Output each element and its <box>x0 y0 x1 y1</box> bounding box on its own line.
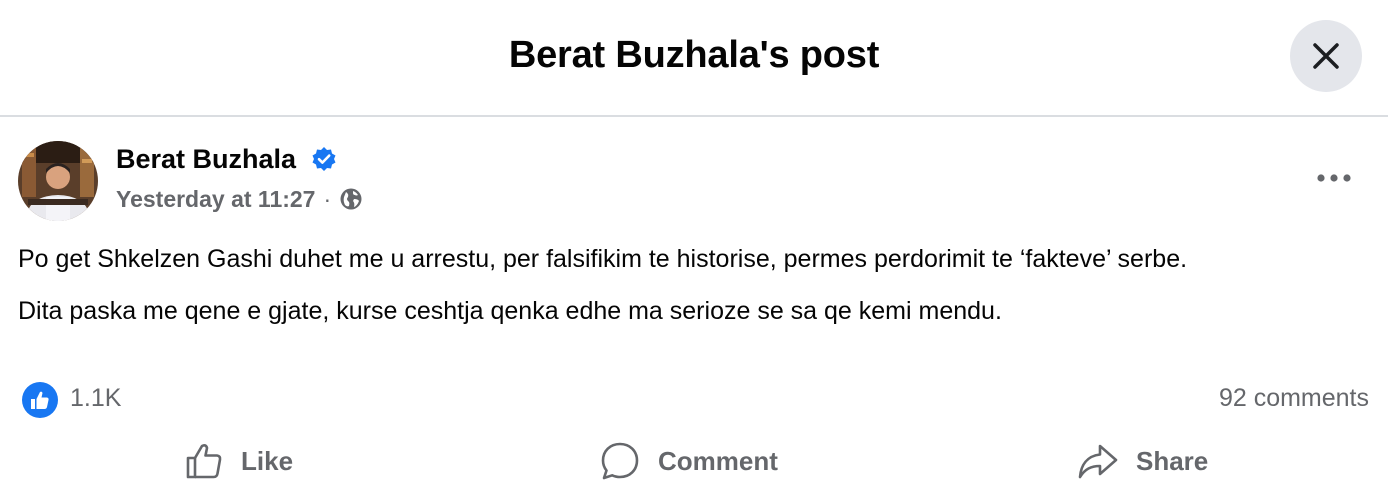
share-label: Share <box>1136 445 1209 476</box>
author-avatar[interactable] <box>18 141 98 221</box>
verified-badge-icon <box>312 147 336 171</box>
comment-button[interactable]: Comment <box>600 436 778 486</box>
reaction-count[interactable]: 1.1K <box>70 384 121 413</box>
post-meta: Yesterday at 11:27 · <box>116 184 363 214</box>
more-options-icon <box>1317 174 1351 182</box>
globe-icon <box>340 188 362 210</box>
comment-count[interactable]: 92 comments <box>1219 384 1369 413</box>
meta-separator: · <box>323 185 332 212</box>
post-paragraph: Po get Shkelzen Gashi duhet me u arrestu… <box>18 245 1188 273</box>
close-icon <box>1313 43 1339 69</box>
post-body: Po get Shkelzen Gashi duhet me u arrestu… <box>18 240 1358 344</box>
author-name[interactable]: Berat Buzhala <box>116 144 296 175</box>
share-arrow-icon <box>1078 444 1118 479</box>
dialog-header: Berat Buzhala's post <box>0 0 1388 117</box>
comment-label: Comment <box>658 445 778 476</box>
comment-bubble-icon <box>601 442 639 480</box>
close-button[interactable] <box>1290 20 1362 92</box>
share-button[interactable]: Share <box>1078 436 1208 486</box>
thumbs-up-icon <box>186 444 222 479</box>
more-options-button[interactable] <box>1306 160 1362 196</box>
dialog-title: Berat Buzhala's post <box>508 34 880 76</box>
post-timestamp[interactable]: Yesterday at 11:27 <box>116 186 315 213</box>
post-paragraph: Dita paska me qene e gjate, kurse ceshtj… <box>18 297 1002 325</box>
like-button[interactable]: Like <box>185 436 293 486</box>
like-label: Like <box>241 445 294 476</box>
like-reaction-icon[interactable] <box>22 382 58 418</box>
